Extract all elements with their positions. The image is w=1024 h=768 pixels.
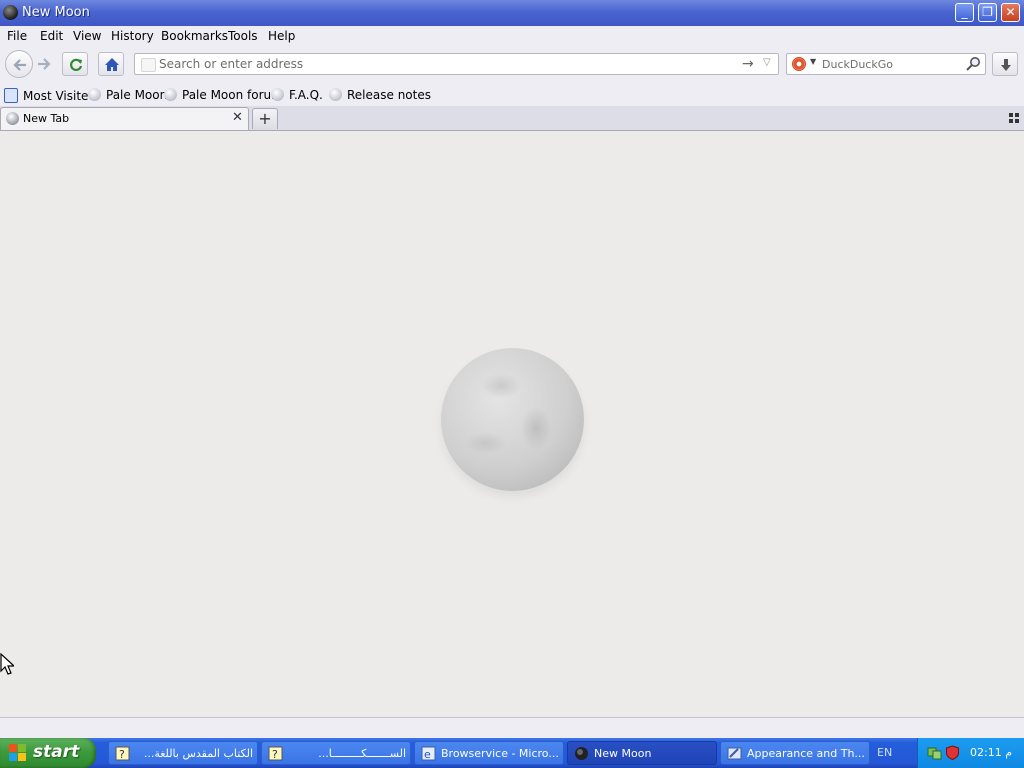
globe-icon [271,88,284,101]
new-tab-button[interactable]: + [252,108,278,129]
newmoon-icon [575,747,588,760]
menu-help[interactable]: Help [268,29,295,43]
help-doc-icon: ? [115,746,130,761]
system-tray: 02:11 م [917,738,1024,768]
menu-edit[interactable]: Edit [40,29,63,43]
bookmarks-toolbar: Most Visited Pale Moon Pale Moon forum F… [0,84,1024,106]
maximize-button[interactable]: ❐ [978,3,997,22]
security-shield-icon[interactable] [945,745,960,760]
taskbar-item[interactable]: e Browservice - Micro... [414,741,564,765]
most-visited-icon [4,88,18,103]
home-icon [105,58,119,71]
status-bar [0,717,1024,739]
forward-arrow-icon [38,58,51,70]
close-tab-icon[interactable]: ✕ [232,110,243,125]
help-doc-icon: ? [268,746,283,761]
reload-icon [70,58,83,71]
ie-icon: e [421,746,436,761]
control-panel-icon [727,747,742,760]
new-tab-page [0,131,1024,717]
tab-strip: New Tab ✕ + [0,106,1024,131]
svg-text:e: e [424,748,431,761]
taskbar-item[interactable]: Appearance and Th... [720,741,870,765]
duckduckgo-icon[interactable] [792,57,806,71]
newmoon-app-icon[interactable] [3,5,18,20]
search-input[interactable] [822,56,962,72]
download-icon [1001,59,1011,71]
home-button[interactable] [98,52,124,76]
go-arrow-icon[interactable]: → [742,56,754,72]
minimize-button[interactable]: _ [955,3,974,22]
navigation-toolbar: → ▽ ▼ [0,46,1024,84]
history-dropdown-icon[interactable]: ▽ [763,57,771,68]
bookmark-faq[interactable]: F.A.Q. [271,88,323,102]
window-title: New Moon [22,5,90,20]
bookmark-pale-moon-forum[interactable]: Pale Moon forum [164,88,283,102]
menu-bookmarks[interactable]: Bookmarks [161,29,228,43]
page-icon [141,58,156,72]
tab-groups-icon[interactable] [1009,113,1019,123]
forward-button[interactable] [32,54,56,74]
bookmark-pale-moon[interactable]: Pale Moon [88,88,167,102]
title-bar[interactable]: New Moon _ ❐ ✕ [0,0,1024,27]
menu-view[interactable]: View [73,29,101,43]
bookmark-most-visited[interactable]: Most Visited [4,88,96,103]
svg-text:?: ? [272,748,278,761]
clock: 02:11 م [970,746,1013,759]
globe-icon [164,88,177,101]
globe-icon [329,88,342,101]
language-indicator[interactable]: EN [877,746,892,759]
globe-icon [88,88,101,101]
tab-label: New Tab [23,112,70,125]
close-window-button[interactable]: ✕ [1001,3,1020,22]
engine-dropdown-icon[interactable]: ▼ [810,57,816,66]
windows-logo-icon [9,744,27,762]
tab-new-tab[interactable]: New Tab ✕ [0,107,249,130]
search-box[interactable]: ▼ [786,53,986,75]
taskbar-item[interactable]: ? الكتاب المقدس باللغة... [108,741,258,765]
mouse-cursor-icon [0,653,14,675]
menu-tools[interactable]: Tools [228,29,258,43]
menu-file[interactable]: File [7,29,27,43]
start-button[interactable]: start [0,738,96,768]
menu-history[interactable]: History [111,29,154,43]
taskbar-item-active[interactable]: New Moon [567,741,717,765]
moon-logo [441,348,584,491]
back-arrow-icon [13,59,26,71]
reload-button[interactable] [62,52,88,76]
taskbar: start ? الكتاب المقدس باللغة... ? الســـ… [0,738,1024,768]
network-icon[interactable] [927,745,942,760]
back-button[interactable] [5,50,33,78]
menu-bar: File Edit View History Bookmarks Tools H… [0,26,1024,46]
bookmark-release-notes[interactable]: Release notes [329,88,431,102]
address-input[interactable] [159,56,729,72]
svg-text:?: ? [119,748,125,761]
search-icon[interactable] [965,56,981,72]
taskbar-item[interactable]: ? الســـــــكـــــــــا... [261,741,411,765]
downloads-button[interactable] [992,52,1018,76]
address-bar[interactable]: → ▽ [134,53,779,75]
tab-favicon-icon [6,112,19,125]
